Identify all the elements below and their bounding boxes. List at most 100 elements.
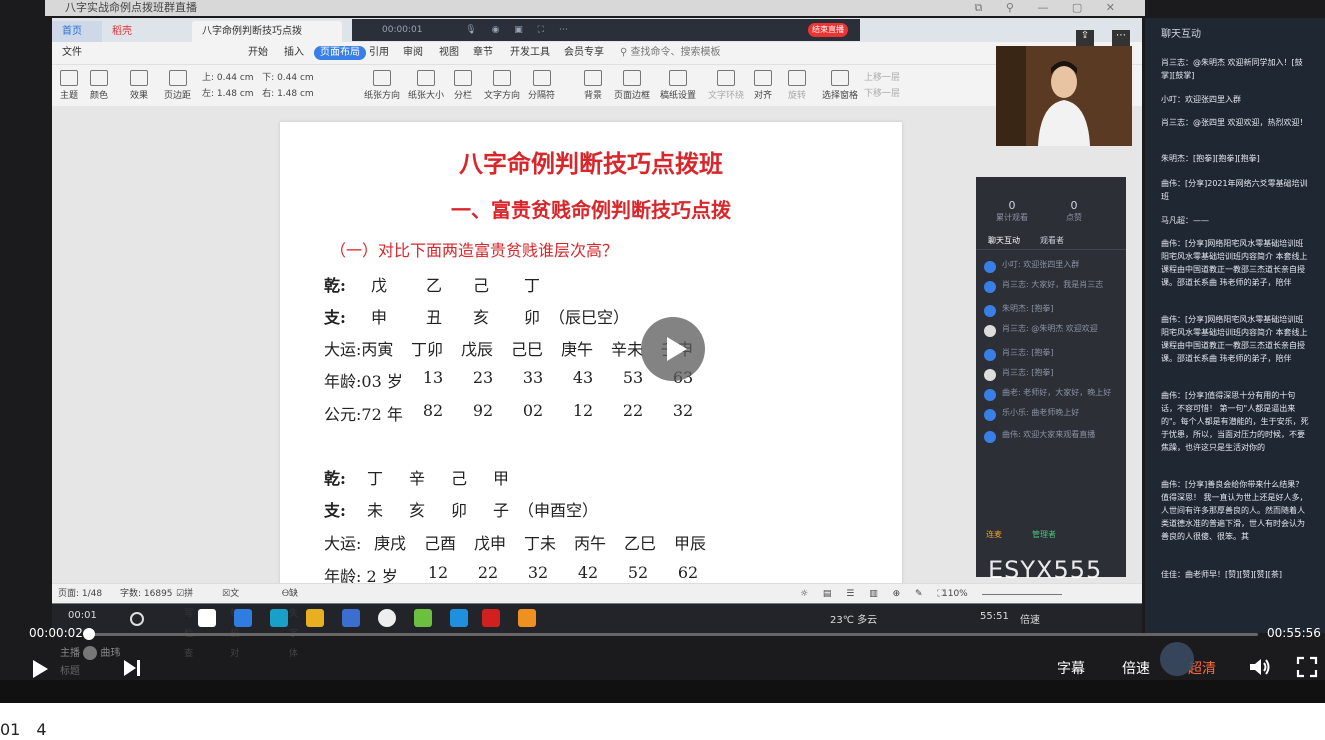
menu-page-layout[interactable]: 页面布局 [314,46,366,60]
tab-chat[interactable]: 聊天互动 [988,235,1020,246]
volume-button[interactable] [1248,656,1272,682]
menu-file[interactable]: 文件 [62,46,82,60]
live-timer: 00:00:01 [382,25,423,35]
fullscreen-icon [1296,656,1318,678]
play-icon [667,337,687,361]
chat-title: 聊天互动 [1161,29,1201,40]
ribbon-text-direction[interactable]: 文字方向 [484,70,520,101]
list-item: 朱明杰: [抱拳] [984,303,1118,321]
menu-devtools[interactable]: 开发工具 [510,46,550,60]
chat-message: 曲伟：[分享]善良会给你带来什么结果？值得深思！ 我一直认为世上还是好人多，人世… [1161,480,1308,541]
share-icon[interactable]: ⇪ [1076,30,1094,46]
chat-message: 肖三志：@张四里 欢迎欢迎，热烈欢迎！ [1161,118,1308,127]
ribbon-align[interactable]: 对齐 [754,70,772,101]
menu-reference[interactable]: 引用 [369,46,389,60]
chat-message: 佳佳：曲老师早！[赞][赞][赞][茶] [1161,570,1282,579]
status-font[interactable]: Ꮎ 缺失字体 [282,584,298,659]
command-search-placeholder: 查找命令、搜索模板 [630,47,721,58]
browser-icon [234,609,252,627]
menu-chapter[interactable]: 章节 [473,46,493,60]
ribbon-rotate[interactable]: 旋转 [788,70,806,101]
ribbon-send-backward: 下移一层 [864,89,901,99]
chat-message: 小叮：欢迎张四里入群 [1161,95,1241,104]
ribbon: 主题 颜色 效果 页边距 上: 0.44 cm 下: 0.44 cm 左: 1.… [52,65,1142,105]
stat-views: 0 [1008,199,1016,212]
ribbon-background[interactable]: 背景 [584,70,602,101]
margin-inputs[interactable]: 上: 0.44 cm 下: 0.44 cm 左: 1.48 cm 右: 1.48… [202,70,314,102]
ribbon-selection-pane[interactable]: 选择窗格 [822,70,858,101]
tab-viewers[interactable]: 观看者 [1040,235,1064,246]
zoom-slider[interactable] [982,594,1062,595]
view-mode-icons[interactable]: ☼ ▤ ☰ ▥ ⊕ ✎ ⛶ [800,584,950,604]
ribbon-bring-forward: 上移一层 [864,73,901,83]
ribbon-colors[interactable]: 颜色 [90,70,108,101]
edge-icon [270,609,288,627]
doc-question: （一）对比下面两造富贵贫贱谁层次高？ [330,241,619,260]
more-icon[interactable]: ⋯ [1112,30,1130,46]
live-toolbar: 00:00:01 🎙 ◉ ▣ ⛶ ⋯ 结束直播 [352,19,860,41]
list-item: 小叮: 欢迎张四里入群 [984,259,1118,277]
status-zoom[interactable]: 110% [942,584,968,604]
media-icon [378,609,396,627]
menu-review[interactable]: 审阅 [403,46,423,60]
play-icon [33,660,48,678]
list-item: 肖三志: [抱拳] [984,347,1118,365]
tab-home[interactable]: 首页 [52,21,102,42]
tab-bar: 首页 稻壳 八字命例判断技巧点拨班.docx 00:00:01 🎙 ◉ ▣ ⛶ … [52,18,1142,58]
status-page: 页面: 1/48 [58,589,103,599]
list-item: 曲老: 老师好，大家好，晚上好 [984,387,1118,405]
tab-recording[interactable]: 稻壳 [102,21,192,42]
ribbon-layer[interactable]: 上移一层 下移一层 [864,70,900,102]
stat-likes: 0 [1070,199,1078,212]
progress-knob[interactable] [82,628,95,640]
list-item: 肖三志: @朱明杰 欢迎欢迎 [984,323,1118,341]
orange-app-icon [518,609,536,627]
center-play-button[interactable] [641,317,705,381]
duration: 00:55:56 [1267,626,1321,640]
chat-message: 曲伟：[分享]网络阳宅风水零基础培训班 阳宅风水零基础培训班内容简介 本套线上课… [1161,239,1308,287]
volume-icon [1250,659,1270,675]
progress-bar[interactable] [82,628,1258,640]
ribbon-size[interactable]: 纸张大小 [408,70,444,101]
end-live-button[interactable]: 结束直播 [808,23,848,37]
ribbon-effects[interactable]: 效果 [130,70,148,101]
menu-insert[interactable]: 插入 [284,46,304,60]
fullscreen-button[interactable] [1296,656,1318,682]
ribbon-orientation[interactable]: 纸张方向 [364,70,400,101]
ribbon-page-border[interactable]: 页面边框 [614,70,650,101]
ribbon-columns[interactable]: 分栏 [454,70,472,101]
margin-bottom: 0.44 cm [277,73,314,83]
menu-member[interactable]: 会员专享 [564,46,604,60]
window-title: 八字实战命例点拨班群直播 [65,1,197,14]
avatar [1160,642,1194,676]
ribbon-margins[interactable]: 页边距 [164,70,191,101]
presenter-image [1038,61,1090,146]
list-item: 曲伟: 欢迎大家来观看直播 [984,429,1118,447]
tab-document[interactable]: 八字命例判断技巧点拨班.docx [192,21,342,58]
margin-right: 1.48 cm [277,89,314,99]
captured-taskbar: 00:01 23℃ 多云 55:51 倍速 [52,603,1142,633]
document-page[interactable]: 八字命例判断技巧点拨班 一、富贵贫贱命例判断技巧点拨 （一）对比下面两造富贵贫贱… [280,122,902,592]
window-controls[interactable]: ⧉ ⚲ — ▢ ✕ [974,0,1125,16]
live-tool-icons[interactable]: 🎙 ◉ ▣ ⛶ ⋯ [465,25,574,35]
menu-start[interactable]: 开始 [248,46,268,60]
speed-button[interactable]: 倍速 [1122,658,1150,678]
ribbon-theme[interactable]: 主题 [60,70,78,101]
status-proof[interactable]: ☒ 文档校对 [222,584,239,659]
subtitle-button[interactable]: 字幕 [1057,658,1085,678]
menu-view[interactable]: 视图 [439,46,459,60]
command-search[interactable]: ⚲ 查找命令、搜索模板 [620,46,721,60]
captured-os-taskbar [0,680,1325,703]
margin-left: 1.48 cm [216,89,254,99]
host-avatar [83,646,98,660]
green-app-icon [414,609,432,627]
mic-button[interactable]: 连麦 [986,529,1002,540]
ribbon-draft[interactable]: 稿纸设置 [660,70,696,101]
ribbon-breaks[interactable]: 分隔符 [528,70,555,101]
below-text: 01 4 [0,720,47,739]
next-button[interactable] [122,658,142,682]
video-player[interactable]: 八字实战命例点拨班群直播 ⧉ ⚲ — ▢ ✕ 首页 稻壳 八字命例判断技巧点拨班… [0,0,1325,703]
status-spell[interactable]: ☑ 拼写检查 [176,584,193,659]
ribbon-wrap[interactable]: 文字环绕 [708,70,744,101]
admin-button[interactable]: 管理者 [1032,529,1056,540]
